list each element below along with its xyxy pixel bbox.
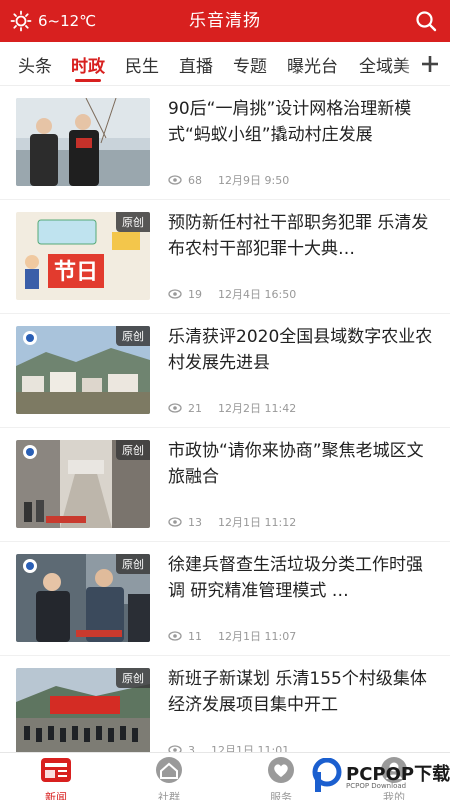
pcpop-watermark: PCPOP下载 PCPOP Download [312,756,450,796]
news-meta: 19 12月4日 16:50 [168,286,296,302]
news-item[interactable]: 原创 乐清获评2020全国县域数字农业农村发展先进县 21 12月2日 11:4… [0,314,450,428]
top-header: 6~12℃ 乐音清扬 [0,0,450,42]
publish-date: 12月9日 9:50 [218,174,290,187]
eye-icon [168,289,182,299]
tab-live[interactable]: 直播 [179,52,213,77]
original-badge: 原创 [116,668,150,688]
svg-text:节日: 节日 [54,260,98,285]
tab-livelihood[interactable]: 民生 [125,52,159,77]
nav-community[interactable]: 社群 [129,755,209,800]
plus-icon[interactable] [420,54,440,74]
publish-date: 12月2日 11:42 [218,402,297,415]
tab-headlines[interactable]: 头条 [18,52,52,77]
news-item[interactable]: 原创 市政协“请你来协商”聚焦老城区文旅融合 13 12月1日 11:12 [0,428,450,542]
news-headline: 乐清获评2020全国县域数字农业农村发展先进县 [168,327,433,373]
app-title: 乐音清扬 [189,11,261,31]
eye-icon [168,175,182,185]
news-thumbnail: 原创 [16,554,150,642]
view-count: 19 [188,287,202,301]
news-headline: 市政协“请你来协商”聚焦老城区文旅融合 [168,441,424,487]
eye-icon [168,403,182,413]
eye-icon [168,631,182,641]
community-icon [156,757,182,783]
original-badge: 原创 [116,440,150,460]
nav-label: 服务 [270,791,292,800]
news-item[interactable]: 节日 原创 预防新任村社干部职务犯罪 乐清发布农村干部犯罪十大典… 19 12月… [0,200,450,314]
news-item[interactable]: 原创 徐建兵督查生活垃圾分类工作时强调 研究精准管理模式 … 11 12月1日 … [0,542,450,656]
news-thumbnail [16,98,150,186]
view-count: 68 [188,173,202,187]
news-meta: 13 12月1日 11:12 [168,514,296,530]
watermark-sub: PCPOP Download [346,782,407,790]
news-meta: 21 12月2日 11:42 [168,400,296,416]
publish-date: 12月1日 11:07 [218,630,297,643]
nav-news[interactable]: 新闻 [16,755,96,800]
tab-politics[interactable]: 时政 [71,52,105,77]
news-item[interactable]: 90后“一肩挑”设计网格治理新模式“蚂蚁小组”撬动村庄发展 68 12月9日 9… [0,86,450,200]
view-count: 13 [188,515,202,529]
publish-date: 12月1日 11:12 [218,516,297,529]
news-headline: 徐建兵督查生活垃圾分类工作时强调 研究精准管理模式 … [168,555,423,601]
pcpop-logo-icon [312,758,342,792]
news-thumbnail: 原创 [16,440,150,528]
news-thumbnail: 原创 [16,326,150,414]
news-headline: 90后“一肩挑”设计网格治理新模式“蚂蚁小组”撬动村庄发展 [168,99,412,145]
news-headline: 预防新任村社干部职务犯罪 乐清发布农村干部犯罪十大典… [168,213,429,259]
nav-service[interactable]: 服务 [241,755,321,800]
tab-exposure[interactable]: 曝光台 [287,52,338,77]
news-meta: 68 12月9日 9:50 [168,172,289,188]
service-heart-icon [268,757,294,783]
tab-topics[interactable]: 专题 [233,52,267,77]
original-badge: 原创 [116,326,150,346]
original-badge: 原创 [116,554,150,574]
original-badge: 原创 [116,212,150,232]
active-tab-indicator [75,79,101,82]
nav-label: 新闻 [45,791,67,800]
view-count: 21 [188,401,202,415]
eye-icon [168,517,182,527]
news-thumbnail: 原创 [16,668,150,756]
category-tabs: 头条 时政 民生 直播 专题 曝光台 全域美 [0,42,450,86]
news-thumbnail: 节日 原创 [16,212,150,300]
news-headline: 新班子新谋划 乐清155个村级集体经济发展项目集中开工 [168,669,427,715]
news-meta: 11 12月1日 11:07 [168,628,296,644]
nav-label: 社群 [158,791,180,800]
publish-date: 12月4日 16:50 [218,288,297,301]
view-count: 11 [188,629,202,643]
search-icon[interactable] [414,9,438,33]
news-icon [41,758,71,782]
